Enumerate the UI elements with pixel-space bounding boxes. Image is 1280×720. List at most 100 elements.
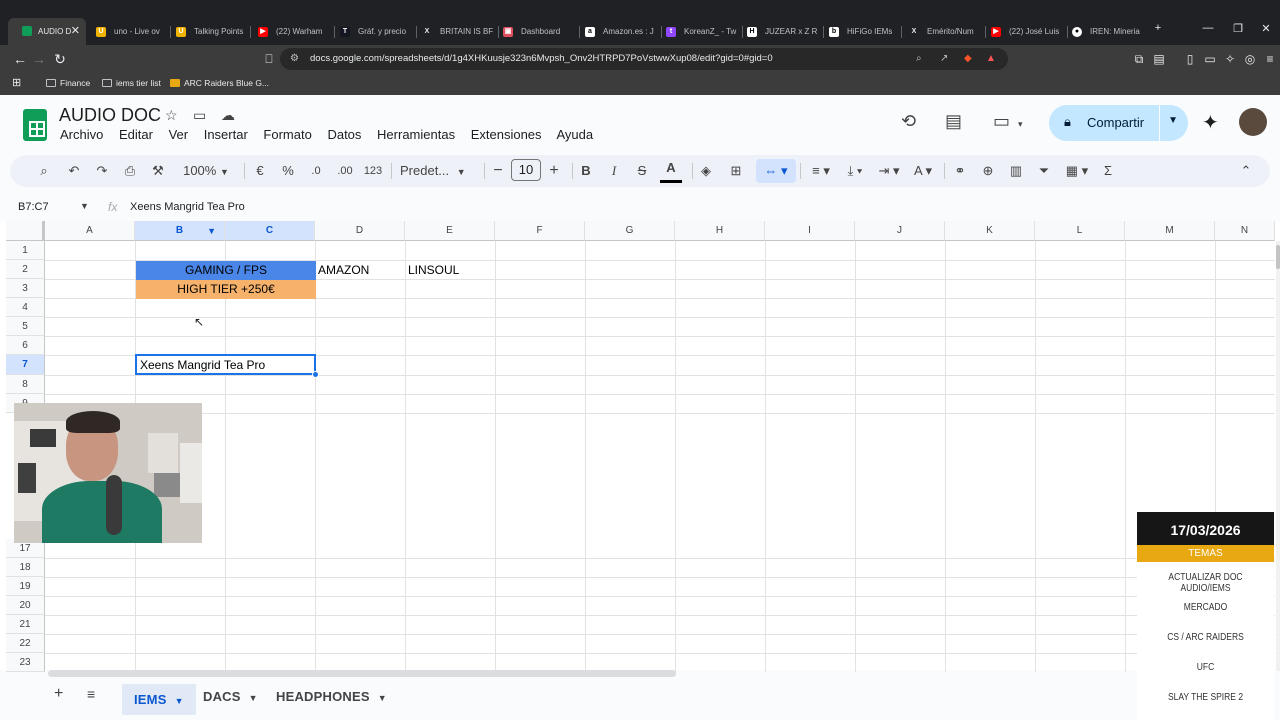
browser-tab[interactable]: ● IREN: Mineria [1072,22,1144,42]
functions-icon[interactable]: Σ [1098,155,1118,187]
browser-tab[interactable]: ▶ (22) José Luis [991,22,1063,42]
fill-color-icon[interactable]: ◈ [696,155,716,187]
browser-tab[interactable]: t KoreanZ_ - Tw [666,22,738,42]
menu-insertar[interactable]: Insertar [204,127,248,142]
chart-icon[interactable]: ▥ [1006,155,1026,187]
sheet-tab-dacs[interactable]: DACS ▼ [203,689,258,704]
version-history-icon[interactable]: ⟲ [901,111,916,132]
zoom-select[interactable]: 100% ▼ [176,155,236,188]
browser-tab[interactable]: AUDIO D ✕ [8,18,86,45]
column-header-a[interactable]: A [45,221,135,241]
tab-search-icon[interactable]: ▭ [1199,49,1221,69]
filter-views-button[interactable]: ▦ ▾ [1060,155,1094,187]
column-header-e[interactable]: E [405,221,495,241]
horizontal-align-button[interactable]: ≡ ▾ [806,155,836,187]
merge-cells-button[interactable]: ⇔ ▾ [756,159,796,183]
cell-e2[interactable]: LINSOUL [408,261,459,280]
row-header[interactable]: 19 [6,577,45,596]
fill-handle[interactable] [312,371,319,378]
star-icon[interactable]: ☆ [165,107,178,124]
column-header-n[interactable]: N [1215,221,1275,241]
formula-input[interactable]: Xeens Mangrid Tea Pro [130,201,245,213]
cloud-status-icon[interactable]: ☁ [221,107,235,124]
column-header-b[interactable]: B ▼ [135,221,225,241]
browser-tab[interactable]: ▣ Dashboard [503,22,575,42]
row-header[interactable]: 7 [6,355,45,375]
paint-format-icon[interactable]: ⚒ [146,155,170,187]
row-header[interactable]: 5 [6,317,45,336]
menu-ayuda[interactable]: Ayuda [556,127,593,142]
all-sheets-icon[interactable]: ≡ [87,686,95,702]
increase-decimal-button[interactable]: .00 [332,155,358,187]
browser-tab[interactable]: b HiFiGo IEMs [829,22,897,42]
forward-icon[interactable]: → [28,49,50,69]
row-header[interactable]: 18 [6,558,45,577]
bookmark-arc-raiders[interactable]: ARC Raiders Blue G... [170,73,269,93]
sheet-tab-headphones[interactable]: HEADPHONES ▼ [276,689,387,704]
brave-shield-icon[interactable]: ◆ [964,48,972,70]
bookmark-finance[interactable]: Finance [46,73,90,93]
site-info-icon[interactable]: ⚙ [290,48,299,70]
gemini-icon[interactable]: ✦ [1202,110,1219,135]
column-header-c[interactable]: C [225,221,315,241]
extensions-icon[interactable]: ⧉ [1128,49,1150,69]
row-header[interactable]: 23 [6,653,45,672]
chevron-down-icon[interactable]: ▼ [249,693,258,703]
row-header[interactable]: 20 [6,596,45,615]
row-header[interactable]: 2 [6,260,45,279]
chevron-down-icon[interactable]: ▼ [207,221,216,241]
row-header[interactable]: 6 [6,336,45,355]
rewards-icon[interactable]: ▲ [986,48,996,70]
cell-d2[interactable]: AMAZON [318,261,369,280]
maximize-button[interactable]: ❐ [1226,22,1250,35]
cell-b2-merged[interactable]: GAMING / FPS [136,261,316,280]
strikethrough-button[interactable]: S [632,155,652,187]
cell-b3-merged[interactable]: HIGH TIER +250€ [136,280,316,299]
decrease-decimal-button[interactable]: .0 [304,155,328,187]
chevron-down-icon[interactable]: ▼ [175,696,184,706]
move-folder-icon[interactable]: ▭ [193,107,206,124]
italic-button[interactable]: I [604,155,624,187]
column-header-m[interactable]: M [1125,221,1215,241]
menu-ver[interactable]: Ver [169,127,189,142]
sheets-logo-icon[interactable] [23,109,47,141]
number-format-button[interactable]: 123 [360,155,386,187]
menu-icon[interactable]: ≡ [1259,49,1280,69]
menu-herramientas[interactable]: Herramientas [377,127,455,142]
text-rotation-button[interactable]: A ▾ [908,155,938,187]
column-header-l[interactable]: L [1035,221,1125,241]
new-tab-button[interactable]: + [1146,22,1170,34]
browser-tab[interactable]: ▶ (22) Warham [258,22,330,42]
undo-icon[interactable]: ↶ [62,155,86,187]
column-header-j[interactable]: J [855,221,945,241]
column-header-i[interactable]: I [765,221,855,241]
redo-icon[interactable]: ↷ [90,155,114,187]
meet-icon[interactable]: ▭ ▾ [993,111,1023,132]
row-header[interactable]: 22 [6,634,45,653]
menu-editar[interactable]: Editar [119,127,153,142]
vertical-align-button[interactable]: ⤓ ▾ [840,155,870,187]
add-sheet-button[interactable]: + [54,685,64,703]
collapse-toolbar-icon[interactable]: ⌃ [1236,155,1256,187]
chevron-down-icon[interactable]: ▼ [378,693,387,703]
browser-tab[interactable]: H JUZEAR x Z R [747,22,819,42]
decrease-font-size-button[interactable]: − [488,155,508,187]
row-header[interactable]: 8 [6,375,45,394]
avatar[interactable] [1239,108,1267,136]
minimize-button[interactable]: — [1196,22,1220,34]
row-header[interactable]: 4 [6,298,45,317]
filter-icon[interactable]: ⏷ [1034,155,1054,187]
browser-tab[interactable]: a Amazon.es : J [585,22,657,42]
select-all-corner[interactable] [6,221,45,241]
browser-tab[interactable]: X Emérito/Num [909,22,983,42]
row-header[interactable]: 3 [6,279,45,298]
sheet-tab-iems[interactable]: IEMS ▼ [122,684,196,715]
reload-icon[interactable]: ↻ [49,49,71,69]
bold-button[interactable]: B [576,155,596,187]
row-header[interactable]: 21 [6,615,45,634]
browser-tab[interactable]: T Gráf. y precio [340,22,412,42]
column-header-g[interactable]: G [585,221,675,241]
increase-font-size-button[interactable]: + [544,155,564,187]
column-header-d[interactable]: D [315,221,405,241]
close-window-button[interactable]: ✕ [1254,22,1278,35]
